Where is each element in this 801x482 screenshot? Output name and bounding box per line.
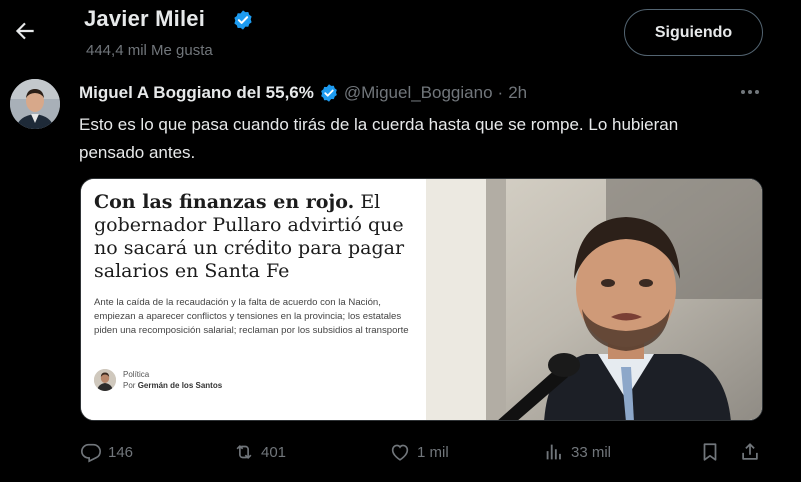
like-action[interactable]: 1 mil	[389, 440, 449, 464]
article-subheadline: Ante la caída de la recaudación y la fal…	[94, 297, 409, 336]
repost-count: 401	[261, 443, 287, 461]
repost-action[interactable]: 401	[233, 440, 286, 464]
article-byline: Política Por Germán de los Santos	[94, 367, 222, 393]
article-photo	[426, 179, 762, 420]
article-text-panel: Con las finanzas en rojo. El gobernador …	[81, 179, 426, 420]
more-icon[interactable]	[738, 82, 762, 102]
reply-count: 146	[108, 443, 134, 461]
like-icon	[389, 441, 411, 463]
like-count: 1 mil	[417, 443, 449, 461]
avatar[interactable]	[10, 79, 60, 129]
byline-author: Germán de los Santos	[137, 381, 223, 390]
back-arrow-icon[interactable]	[12, 18, 38, 44]
separator-dot: ·	[497, 83, 504, 102]
tweet-author-name[interactable]: Miguel A Boggiano del 55,6%	[79, 83, 314, 103]
article-headline: Con las finanzas en rojo. El gobernador …	[94, 191, 414, 283]
article-card[interactable]: Con las finanzas en rojo. El gobernador …	[80, 178, 763, 421]
verified-icon	[319, 83, 339, 103]
byline-avatar	[94, 369, 116, 391]
byline-prefix: Por	[123, 381, 136, 390]
article-author-line: Por Germán de los Santos	[123, 380, 222, 391]
byline-text: Política Por Germán de los Santos	[123, 369, 222, 391]
views-icon	[543, 441, 565, 463]
tweet-text: Esto es lo que pasa cuando tirás de la c…	[79, 115, 679, 162]
tweet-time[interactable]: 2h	[508, 83, 527, 103]
reply-action[interactable]: 146	[80, 440, 133, 464]
bookmark-icon[interactable]	[699, 440, 721, 464]
article-section: Política	[123, 370, 150, 379]
tweet-author-handle[interactable]: @Miguel_Boggiano	[344, 83, 493, 103]
profile-name: Javier Milei	[84, 6, 206, 31]
profile-header: Javier Milei 444,4 mil Me gusta Siguiend…	[0, 0, 801, 66]
tweet-action-bar: 146 401 1 mil 33 mil	[0, 432, 801, 472]
repost-icon	[233, 441, 255, 463]
views-count: 33 mil	[571, 443, 612, 461]
verified-icon	[232, 9, 254, 31]
profile-likes-count: 444,4 mil Me gusta	[86, 42, 213, 59]
tweet-author-row: Miguel A Boggiano del 55,6% @Miguel_Bogg…	[79, 82, 527, 104]
article-headline-bold: Con las finanzas en rojo.	[94, 191, 355, 213]
reply-icon	[80, 441, 102, 463]
following-button[interactable]: Siguiendo	[624, 9, 763, 56]
views-action[interactable]: 33 mil	[543, 440, 611, 464]
share-icon[interactable]	[739, 440, 761, 464]
